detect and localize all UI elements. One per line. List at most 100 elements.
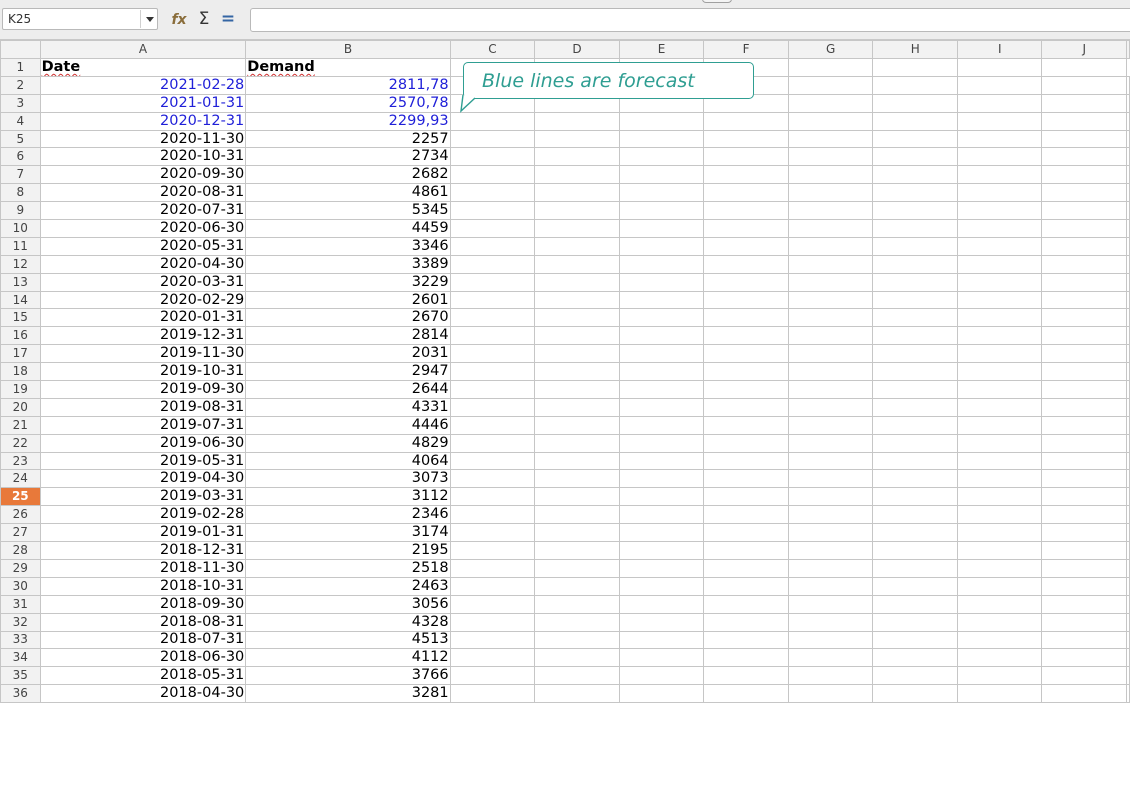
demand-cell[interactable]: 4446 xyxy=(245,415,451,435)
cell[interactable] xyxy=(956,666,1043,686)
column-header-j[interactable]: J xyxy=(1041,40,1127,59)
row-header-29[interactable]: 29 xyxy=(0,558,41,578)
date-cell[interactable]: 2019-08-31 xyxy=(39,397,247,417)
date-cell[interactable]: 2019-04-30 xyxy=(39,469,247,489)
cell[interactable] xyxy=(449,469,536,489)
cell[interactable] xyxy=(449,219,536,238)
cell[interactable] xyxy=(618,111,705,131)
date-cell[interactable]: 2020-01-31 xyxy=(39,308,247,328)
cell[interactable] xyxy=(1126,558,1130,578)
cell[interactable] xyxy=(1041,380,1127,399)
row-header-36[interactable]: 36 xyxy=(0,684,41,704)
cell[interactable] xyxy=(618,469,705,489)
date-cell[interactable]: 2018-11-30 xyxy=(39,558,247,578)
cell[interactable] xyxy=(534,165,620,185)
cell[interactable] xyxy=(449,612,536,632)
cell[interactable] xyxy=(703,201,789,221)
cell[interactable] xyxy=(872,380,958,399)
demand-cell[interactable]: 3112 xyxy=(245,487,451,507)
cell[interactable] xyxy=(534,129,620,149)
cell[interactable] xyxy=(956,75,1043,95)
cell[interactable] xyxy=(872,505,958,525)
cell[interactable] xyxy=(787,558,874,578)
cell[interactable] xyxy=(787,541,874,560)
cell[interactable] xyxy=(534,147,620,167)
column-header-a[interactable]: A xyxy=(39,40,247,59)
cell[interactable] xyxy=(1126,254,1130,274)
cell[interactable] xyxy=(703,576,789,596)
cell[interactable] xyxy=(787,523,874,543)
cell[interactable] xyxy=(618,129,705,149)
cell[interactable] xyxy=(956,487,1043,507)
cell[interactable] xyxy=(872,558,958,578)
row-header-7[interactable]: 7 xyxy=(0,165,41,185)
cell[interactable] xyxy=(1041,290,1127,310)
cell[interactable] xyxy=(618,290,705,310)
cell[interactable] xyxy=(956,594,1043,614)
demand-cell[interactable]: 2195 xyxy=(245,541,451,560)
column-header[interactable] xyxy=(1126,40,1130,59)
cell[interactable] xyxy=(449,254,536,274)
cell[interactable] xyxy=(534,576,620,596)
row-header-20[interactable]: 20 xyxy=(0,397,41,417)
cell[interactable] xyxy=(1126,433,1130,453)
cell[interactable] xyxy=(872,451,958,471)
cell[interactable] xyxy=(703,451,789,471)
cell[interactable] xyxy=(703,111,789,131)
formula-input[interactable] xyxy=(250,8,1130,32)
date-cell[interactable]: 2018-04-30 xyxy=(39,684,247,704)
cell[interactable] xyxy=(1126,129,1130,149)
cell[interactable] xyxy=(1041,111,1127,131)
cell[interactable] xyxy=(872,93,958,113)
cell[interactable] xyxy=(956,558,1043,578)
cell[interactable] xyxy=(1126,648,1130,668)
cell[interactable] xyxy=(787,612,874,632)
cell[interactable] xyxy=(787,129,874,149)
cell[interactable] xyxy=(787,362,874,382)
cell[interactable] xyxy=(1126,344,1130,364)
cell[interactable] xyxy=(618,505,705,525)
cell[interactable] xyxy=(618,576,705,596)
cell[interactable] xyxy=(956,236,1043,256)
row-header-9[interactable]: 9 xyxy=(0,201,41,221)
cell[interactable] xyxy=(787,219,874,238)
cell[interactable] xyxy=(534,666,620,686)
cell[interactable] xyxy=(956,201,1043,221)
cell[interactable] xyxy=(872,236,958,256)
row-header-21[interactable]: 21 xyxy=(0,415,41,435)
function-wizard-icon[interactable]: fx xyxy=(168,9,190,31)
date-cell[interactable]: 2018-08-31 xyxy=(39,612,247,632)
date-cell[interactable]: 2021-01-31 xyxy=(39,93,247,113)
cell[interactable] xyxy=(703,272,789,292)
cell[interactable] xyxy=(956,290,1043,310)
callout-note[interactable]: Blue lines are forecast xyxy=(463,62,754,99)
cell[interactable] xyxy=(703,236,789,256)
cell[interactable] xyxy=(449,308,536,328)
cell[interactable] xyxy=(1126,380,1130,399)
cell[interactable] xyxy=(1041,272,1127,292)
column-header-g[interactable]: G xyxy=(787,40,874,59)
cell[interactable] xyxy=(534,397,620,417)
cell[interactable] xyxy=(872,326,958,346)
cell-a1[interactable]: Date xyxy=(39,58,247,77)
cell[interactable] xyxy=(787,183,874,203)
cell[interactable] xyxy=(872,630,958,650)
cell[interactable] xyxy=(787,308,874,328)
cell[interactable] xyxy=(449,523,536,543)
demand-cell[interactable]: 2682 xyxy=(245,165,451,185)
cell[interactable] xyxy=(1041,219,1127,238)
row-header-6[interactable]: 6 xyxy=(0,147,41,167)
cell[interactable] xyxy=(956,630,1043,650)
cell[interactable] xyxy=(956,523,1043,543)
name-box[interactable]: K25 xyxy=(2,8,158,30)
cell[interactable] xyxy=(956,58,1043,77)
cell[interactable] xyxy=(956,129,1043,149)
cell[interactable] xyxy=(872,272,958,292)
cell[interactable] xyxy=(1126,326,1130,346)
cell[interactable] xyxy=(872,541,958,560)
cell[interactable] xyxy=(1041,505,1127,525)
date-cell[interactable]: 2018-12-31 xyxy=(39,541,247,560)
cell[interactable] xyxy=(872,58,958,77)
date-cell[interactable]: 2021-02-28 xyxy=(39,75,247,95)
cell[interactable] xyxy=(703,684,789,704)
